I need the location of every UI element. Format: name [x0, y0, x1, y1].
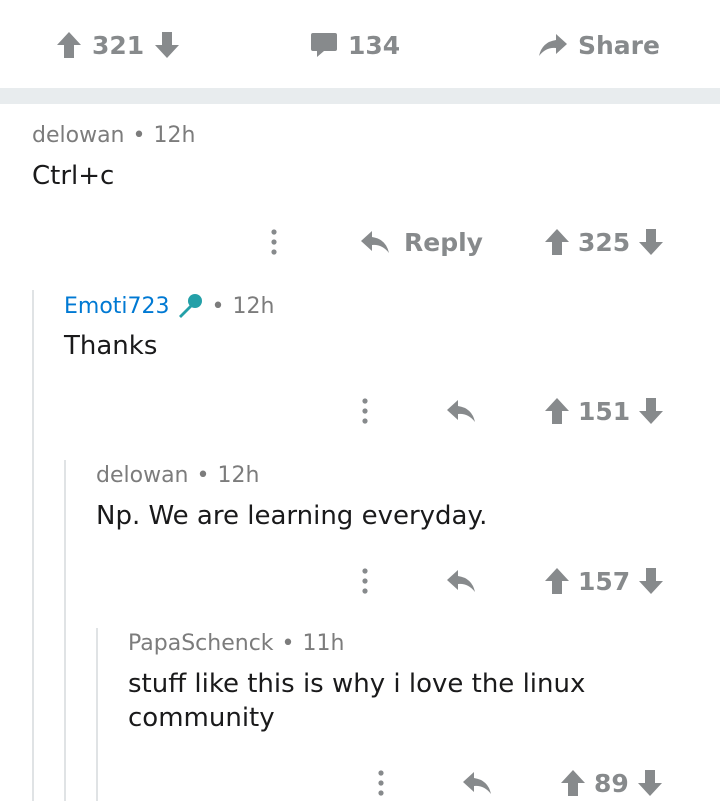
comment-author[interactable]: delowan: [32, 123, 125, 148]
comment-body: Np. We are learning everyday.: [96, 501, 488, 531]
share-arrow-icon: [538, 32, 568, 58]
meta-dot: •: [281, 631, 295, 656]
comment-author[interactable]: Emoti723: [64, 294, 170, 319]
reply-arrow-icon: [446, 568, 476, 594]
upvote-icon[interactable]: [544, 397, 570, 425]
more-options-icon[interactable]: [375, 768, 387, 798]
downvote-icon[interactable]: [638, 567, 664, 595]
comment-time: 12h: [153, 123, 196, 148]
post-score: 321: [92, 30, 145, 60]
comment-vote-group: 151: [544, 393, 664, 429]
comment-score: 89: [594, 768, 629, 798]
comment-actions: [375, 765, 387, 801]
comment-meta: delowan • 12h: [96, 463, 259, 488]
comment-author[interactable]: PapaSchenck: [128, 631, 274, 656]
reply-arrow-icon: [360, 229, 390, 255]
upvote-icon[interactable]: [544, 567, 570, 595]
reply-button[interactable]: [446, 563, 476, 599]
comment-vote-group: 157: [544, 563, 664, 599]
comment-time: 12h: [217, 463, 260, 488]
comment-body: Thanks: [64, 331, 158, 361]
post-comments-button[interactable]: 134: [310, 26, 410, 64]
comment-bubble-icon: [310, 31, 338, 59]
reply-arrow-icon: [446, 398, 476, 424]
more-options-icon[interactable]: [359, 566, 371, 596]
downvote-icon[interactable]: [638, 228, 664, 256]
thread-line[interactable]: [64, 460, 66, 801]
section-separator: [0, 88, 720, 104]
thread-line[interactable]: [96, 628, 98, 801]
downvote-icon[interactable]: [637, 769, 663, 797]
comment-meta: Emoti723 • 12h: [64, 293, 274, 319]
comment-score: 157: [578, 566, 631, 596]
reply-button[interactable]: [462, 765, 492, 801]
upvote-icon[interactable]: [560, 769, 586, 797]
thread-line[interactable]: [32, 290, 34, 801]
meta-dot: •: [196, 463, 210, 488]
more-options-icon[interactable]: [268, 227, 280, 257]
upvote-icon[interactable]: [544, 228, 570, 256]
comment-vote-group: 325: [544, 224, 664, 260]
comment-actions: [359, 393, 371, 429]
comment-vote-group: 89: [560, 765, 663, 801]
meta-dot: •: [211, 293, 225, 319]
downvote-icon[interactable]: [154, 31, 180, 59]
post-action-bar: 321 134 Share: [0, 0, 720, 88]
upvote-icon[interactable]: [56, 31, 82, 59]
comment-meta: PapaSchenck • 11h: [128, 631, 344, 656]
reply-button[interactable]: Reply: [360, 224, 483, 260]
reply-button[interactable]: [446, 393, 476, 429]
comment-actions: [268, 224, 280, 260]
comment-actions: [359, 563, 371, 599]
microphone-icon: [176, 293, 204, 319]
comment-score: 151: [578, 396, 631, 426]
share-button[interactable]: Share: [538, 26, 670, 64]
reply-arrow-icon: [462, 770, 492, 796]
comment-score: 325: [578, 227, 631, 257]
share-label: Share: [578, 30, 660, 60]
downvote-icon[interactable]: [638, 397, 664, 425]
comment-body: stuff like this is why i love the linux …: [128, 669, 586, 733]
reply-label: Reply: [404, 227, 483, 257]
meta-dot: •: [132, 123, 146, 148]
comment-meta: delowan • 12h: [32, 123, 195, 148]
comment-time: 11h: [302, 631, 345, 656]
comment-body: Ctrl+c: [32, 161, 115, 191]
post-comment-count: 134: [348, 30, 401, 60]
more-options-icon[interactable]: [359, 396, 371, 426]
comment-time: 12h: [232, 293, 275, 319]
post-vote-group: 321: [56, 26, 180, 64]
comment-author[interactable]: delowan: [96, 463, 189, 488]
